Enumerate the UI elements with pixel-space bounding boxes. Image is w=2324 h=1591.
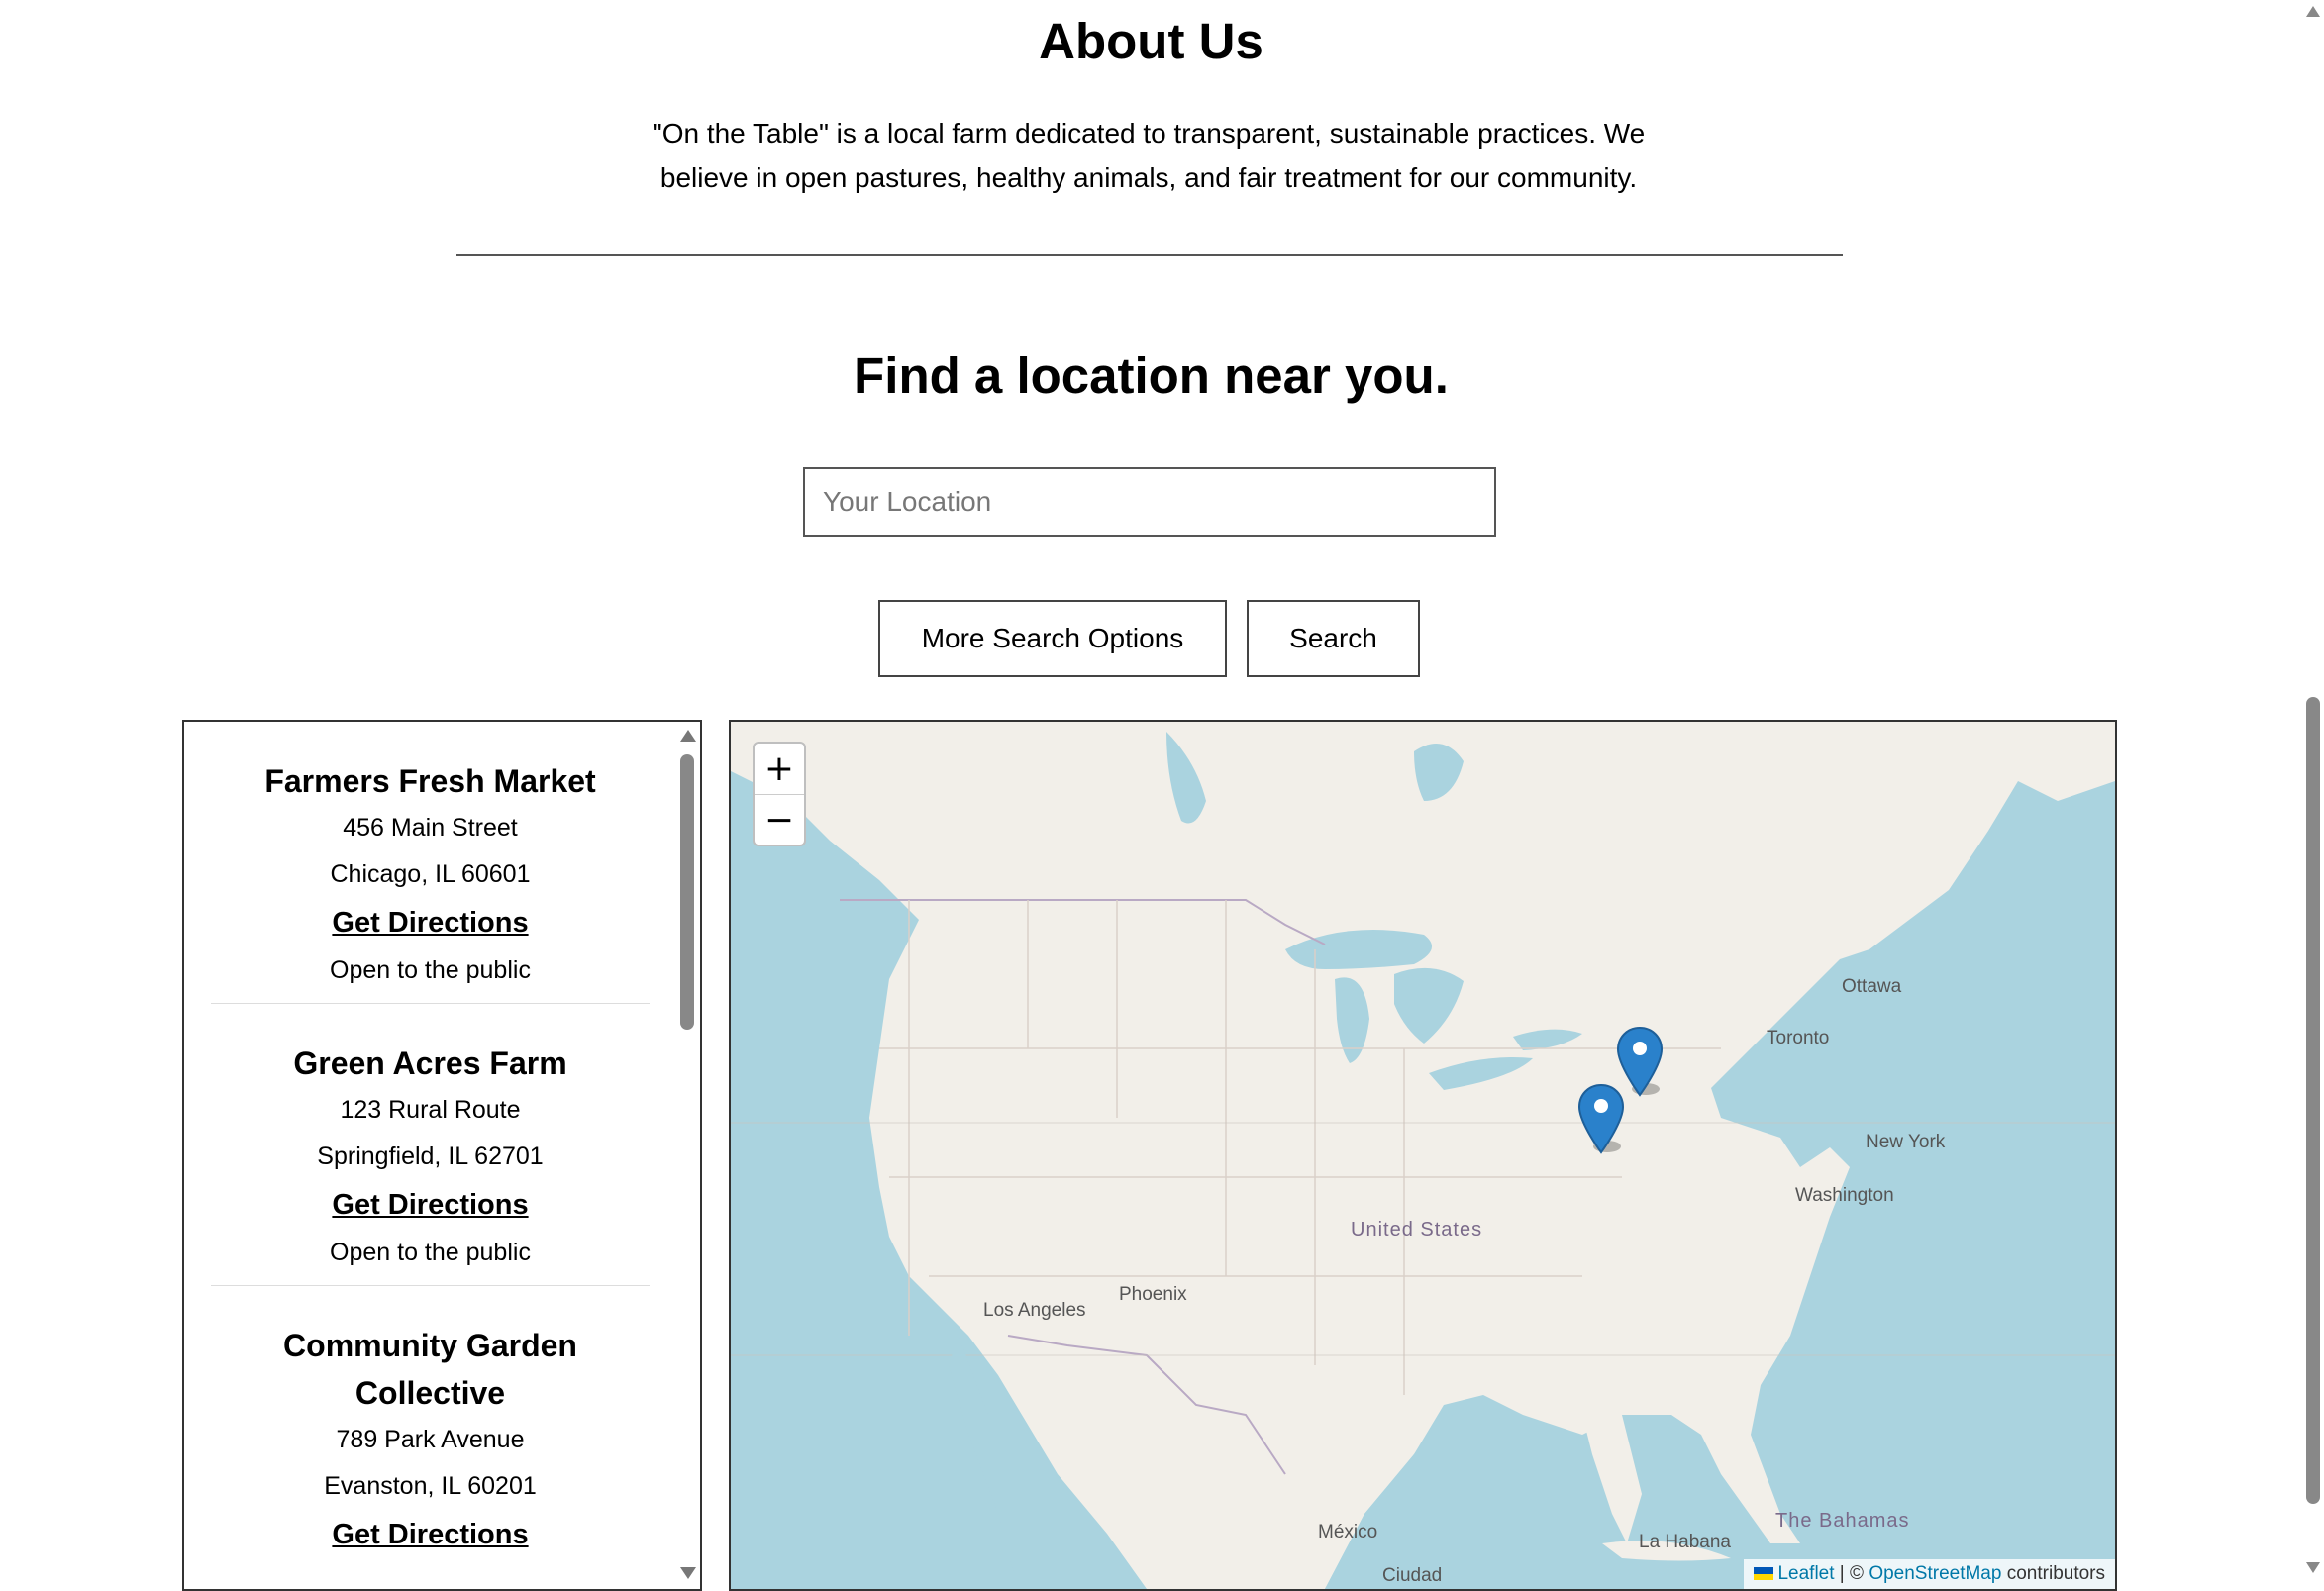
location-item: Community Garden Collective 789 Park Ave…: [211, 1286, 650, 1568]
location-name: Green Acres Farm: [293, 1045, 567, 1081]
page: About Us "On the Table" is a local farm …: [0, 0, 2302, 1591]
page-scrollbar[interactable]: [2302, 0, 2324, 1579]
attribution-suffix: contributors: [2001, 1563, 2105, 1584]
zoom-in-button[interactable]: +: [755, 744, 804, 795]
get-directions-link[interactable]: Get Directions: [211, 898, 650, 947]
location-access: Open to the public: [330, 956, 531, 984]
map-label-phoenix: Phoenix: [1119, 1284, 1187, 1305]
location-input[interactable]: [803, 467, 1496, 537]
attribution-separator: | ©: [1834, 1563, 1869, 1584]
location-city: Springfield, IL 62701: [317, 1143, 544, 1170]
location-street: 123 Rural Route: [340, 1096, 521, 1124]
map-label-la-habana: La Habana: [1639, 1532, 1731, 1552]
scroll-down-arrow-icon[interactable]: [680, 1567, 696, 1579]
location-street: 456 Main Street: [343, 814, 518, 842]
openstreetmap-link[interactable]: OpenStreetMap: [1869, 1563, 2001, 1584]
map-label-ciudad: Ciudad: [1382, 1565, 1443, 1586]
map-attribution: Leaflet | © OpenStreetMap contributors: [1744, 1559, 2115, 1589]
more-search-options-button[interactable]: More Search Options: [878, 600, 1227, 677]
map-label-united-states: United States: [1351, 1219, 1483, 1241]
location-name: Community Garden Collective: [283, 1328, 577, 1411]
scroll-up-arrow-icon[interactable]: [680, 730, 696, 742]
map-label-mexico: México: [1318, 1522, 1378, 1542]
map-tiles: [731, 722, 2115, 1589]
zoom-out-button[interactable]: −: [755, 795, 804, 845]
map-label-ottawa: Ottawa: [1842, 976, 1902, 997]
map-marker-icon[interactable]: [1577, 1083, 1625, 1154]
about-title: About Us: [1039, 13, 1263, 69]
list-scrollbar[interactable]: [676, 722, 698, 1589]
find-location-title: Find a location near you.: [854, 348, 1449, 404]
location-city: Evanston, IL 60201: [324, 1472, 537, 1500]
about-text: "On the Table" is a local farm dedicated…: [652, 118, 1646, 193]
location-map[interactable]: Ottawa Toronto New York Washington Unite…: [729, 720, 2117, 1591]
location-access: Open to the public: [330, 1239, 531, 1266]
get-directions-link[interactable]: Get Directions: [211, 1180, 650, 1230]
map-label-los-angeles: Los Angeles: [983, 1300, 1086, 1321]
map-label-washington: Washington: [1795, 1185, 1894, 1206]
location-street: 789 Park Avenue: [336, 1426, 525, 1453]
location-city: Chicago, IL 60601: [330, 860, 531, 888]
page-scroll-thumb[interactable]: [2306, 697, 2320, 1504]
location-item: Green Acres Farm 123 Rural Route Springf…: [211, 1004, 650, 1286]
location-list[interactable]: Farmers Fresh Market 456 Main Street Chi…: [182, 720, 702, 1591]
map-label-toronto: Toronto: [1767, 1028, 1830, 1048]
leaflet-link[interactable]: Leaflet: [1777, 1563, 1834, 1584]
page-scroll-up-icon[interactable]: [2306, 6, 2320, 17]
map-label-bahamas: The Bahamas: [1775, 1510, 1910, 1532]
search-button[interactable]: Search: [1247, 600, 1420, 677]
get-directions-link[interactable]: Get Directions: [211, 1510, 650, 1559]
map-label-new-york: New York: [1866, 1132, 1946, 1152]
zoom-control: + −: [753, 742, 806, 846]
section-divider: [456, 254, 1843, 256]
page-scroll-down-icon[interactable]: [2306, 1562, 2320, 1573]
location-item: Farmers Fresh Market 456 Main Street Chi…: [211, 722, 650, 1004]
location-name: Farmers Fresh Market: [264, 763, 596, 799]
scroll-thumb[interactable]: [680, 754, 694, 1030]
